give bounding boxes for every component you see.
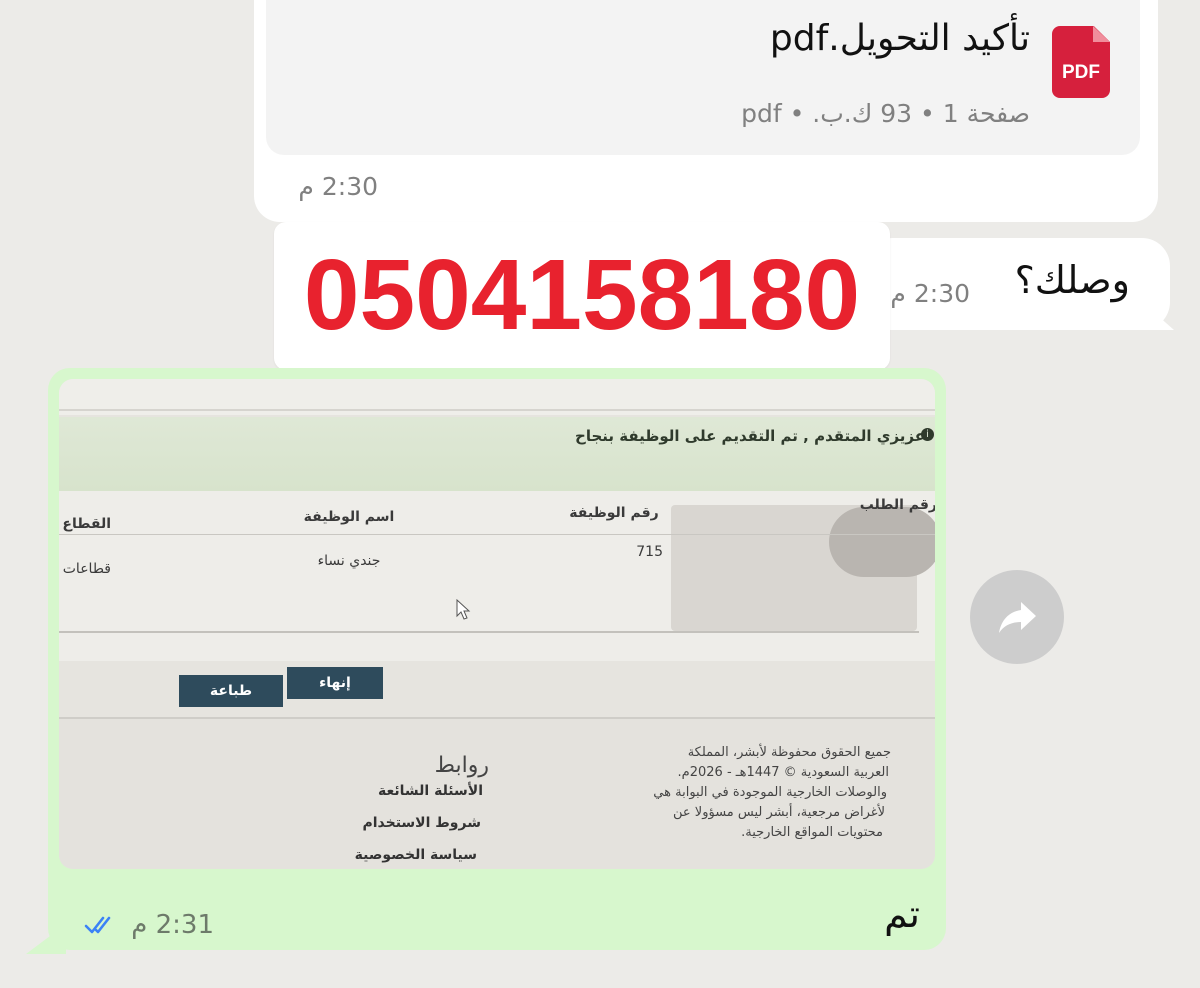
- photo-success-text: عزيزي المتقدم , تم التقديم على الوظيفة ب…: [575, 427, 925, 445]
- photo-legal-text: العربية السعودية © 1447هـ - 2026م.: [677, 765, 889, 780]
- mouse-cursor-icon: [456, 599, 471, 620]
- photo-attachment[interactable]: عزيزي المتقدم , تم التقديم على الوظيفة ب…: [59, 379, 935, 869]
- pdf-meta-info: صفحة 1 • 93 ك.ب. • pdf: [741, 99, 1030, 128]
- message-timestamp: 2:30 م: [298, 172, 378, 201]
- pdf-filename: تأكيد التحويل.pdf: [769, 18, 1030, 59]
- photo-cell-sector: قطاعات: [62, 561, 111, 577]
- photo-link: شروط الاستخدام: [362, 815, 481, 831]
- photo-divider: [59, 631, 919, 633]
- photo-column-header: اسم الوظيفة: [303, 509, 395, 525]
- photo-legal-text: محتويات المواقع الخارجية.: [741, 825, 883, 840]
- photo-blurred-area: [829, 507, 935, 577]
- photo-cell-job-number: 715: [636, 544, 663, 560]
- info-icon: i: [921, 428, 934, 441]
- photo-column-header: القطاع: [62, 516, 111, 532]
- forward-arrow-icon: [999, 602, 1036, 633]
- photo-column-header: رقم الوظيفة: [569, 505, 659, 521]
- forward-button[interactable]: [970, 570, 1064, 664]
- photo-link: الأسئلة الشائعة: [378, 783, 483, 799]
- photo-links-title: روابط: [434, 753, 489, 778]
- message-timestamp: 2:30 م: [890, 279, 970, 308]
- message-timestamp: 2:31 م: [131, 910, 214, 940]
- phone-number-text: 0504158180: [303, 239, 861, 351]
- photo-legal-text: لأغراض مرجعية، أبشر ليس مسؤولا عن: [673, 805, 885, 820]
- photo-legal-text: والوصلات الخارجية الموجودة في البوابة هي: [653, 785, 887, 800]
- bubble-tail: [26, 924, 66, 954]
- photo-print-button: طباعة: [179, 675, 283, 707]
- photo-divider: [59, 409, 935, 411]
- photo-end-button: إنهاء: [287, 667, 383, 699]
- message-text: تم: [884, 892, 920, 936]
- photo-column-header: رقم الطلب: [859, 497, 935, 513]
- photo-divider: [59, 534, 935, 535]
- photo-link: سياسة الخصوصية: [354, 847, 477, 863]
- double-check-icon: [84, 916, 111, 934]
- photo-cell-job-name: جندي نساء: [317, 553, 381, 569]
- message-text: وصلك؟: [1014, 258, 1130, 302]
- photo-legal-text: جميع الحقوق محفوظة لأبشر، المملكة: [687, 745, 891, 760]
- pdf-icon-label: PDF: [1062, 62, 1100, 83]
